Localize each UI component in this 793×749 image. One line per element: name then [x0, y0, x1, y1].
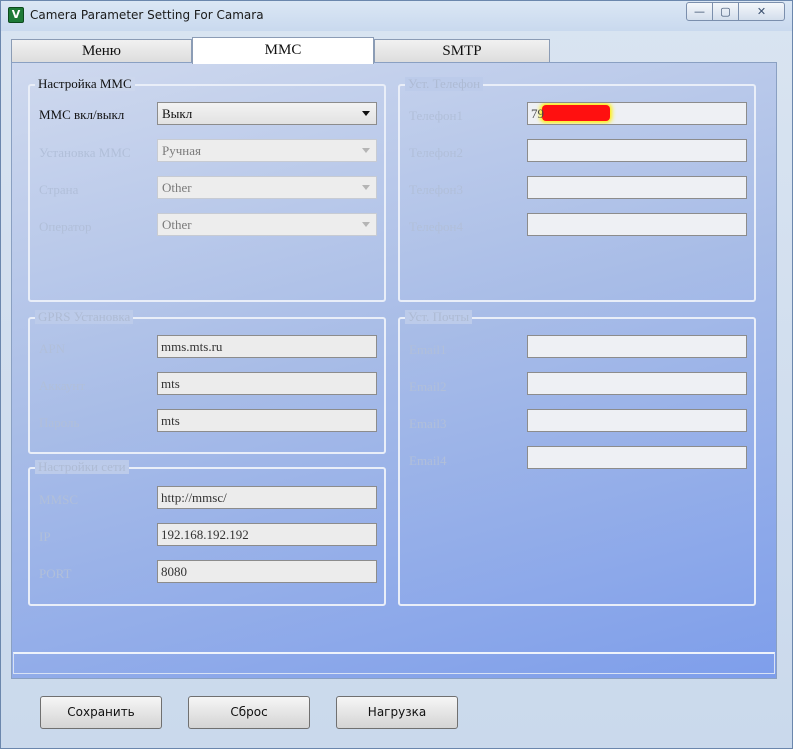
mms-mode-select[interactable]: Ручная: [157, 139, 377, 162]
account-label: Аккаунт: [39, 378, 86, 393]
mmsc-field[interactable]: http://mmsc/: [157, 486, 377, 509]
phone1-field[interactable]: 79: [527, 102, 747, 125]
phone4-field[interactable]: [527, 213, 747, 236]
mms-toggle-value: Выкл: [162, 106, 193, 121]
email1-field[interactable]: [527, 335, 747, 358]
email3-label: Email3: [409, 416, 447, 431]
load-button[interactable]: Нагрузка: [336, 696, 458, 729]
chevron-down-icon: [362, 185, 370, 190]
phone3-field[interactable]: [527, 176, 747, 199]
account-field[interactable]: mts: [157, 372, 377, 395]
chevron-down-icon: [362, 222, 370, 227]
redaction-mark: [542, 105, 610, 121]
window-title: Camera Parameter Setting For Camara: [30, 8, 264, 22]
mms-toggle-label: MMC вкл/выкл: [39, 107, 125, 122]
port-field[interactable]: 8080: [157, 560, 377, 583]
phones-title: Уст. Телефон: [405, 77, 484, 91]
phone1-value: 79: [531, 106, 544, 121]
mmsc-label: MMSC: [39, 492, 79, 507]
mail-title: Уст. Почты: [405, 310, 473, 324]
phone1-label: Телефон1: [409, 108, 464, 123]
country-label: Страна: [39, 182, 79, 197]
operator-label: Оператор: [39, 219, 92, 234]
reset-button[interactable]: Сброс: [188, 696, 310, 729]
phone3-label: Телефон3: [409, 182, 464, 197]
phone2-label: Телефон2: [409, 145, 464, 160]
password-label: Пароль: [39, 415, 80, 430]
email4-field[interactable]: [527, 446, 747, 469]
title-bar[interactable]: V Camera Parameter Setting For Camara — …: [1, 1, 792, 31]
apn-label: APN: [39, 341, 66, 356]
tab-mmc[interactable]: MMC: [192, 37, 374, 64]
network-title: Настройки сети: [35, 460, 129, 474]
app-window: V Camera Parameter Setting For Camara — …: [0, 0, 793, 749]
tab-menu[interactable]: Меню: [11, 39, 192, 63]
minimize-button[interactable]: —: [686, 2, 713, 21]
email1-label: Email1: [409, 342, 447, 357]
tab-strip: Меню MMC SMTP: [11, 37, 551, 64]
port-label: PORT: [39, 566, 72, 581]
chevron-down-icon: [362, 148, 370, 153]
chevron-down-icon: [362, 111, 370, 116]
phone4-label: Телефон4: [409, 219, 464, 234]
mms-mode-value: Ручная: [162, 143, 201, 158]
phone2-field[interactable]: [527, 139, 747, 162]
operator-value: Other: [162, 217, 192, 232]
email3-field[interactable]: [527, 409, 747, 432]
mms-settings-title: Настройка MMC: [35, 77, 135, 91]
ip-field[interactable]: 192.168.192.192: [157, 523, 377, 546]
tab-smtp[interactable]: SMTP: [374, 39, 550, 63]
email2-label: Email2: [409, 379, 447, 394]
app-logo-icon: V: [8, 7, 24, 23]
email2-field[interactable]: [527, 372, 747, 395]
save-button[interactable]: Сохранить: [40, 696, 162, 729]
apn-field[interactable]: mms.mts.ru: [157, 335, 377, 358]
mms-toggle-select[interactable]: Выкл: [157, 102, 377, 125]
gprs-title: GPRS Установка: [35, 310, 134, 324]
password-field[interactable]: mts: [157, 409, 377, 432]
country-value: Other: [162, 180, 192, 195]
operator-select[interactable]: Other: [157, 213, 377, 236]
close-button[interactable]: ✕: [738, 2, 785, 21]
country-select[interactable]: Other: [157, 176, 377, 199]
mms-mode-label: Установка MMC: [39, 145, 131, 160]
panel-footer-strip: [13, 652, 775, 674]
ip-label: IP: [39, 529, 51, 544]
email4-label: Email4: [409, 453, 447, 468]
maximize-button[interactable]: ▢: [712, 2, 739, 21]
